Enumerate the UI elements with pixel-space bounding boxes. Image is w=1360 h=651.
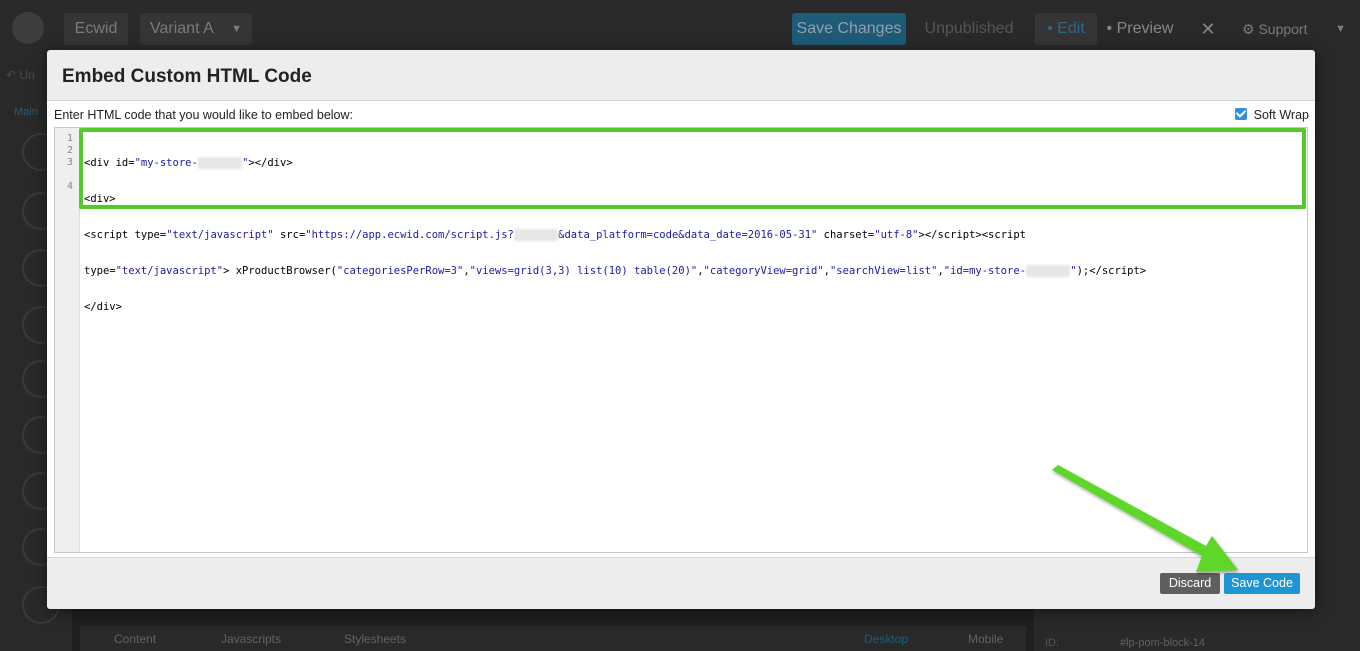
divider <box>47 557 1315 558</box>
discard-button[interactable]: Discard <box>1160 573 1220 594</box>
soft-wrap-label: Soft Wrap <box>1253 108 1309 122</box>
line-number-gutter: 1 2 3 4 <box>55 128 80 552</box>
code-editor[interactable]: 1 2 3 4 <div id="my-store-0000000"></div… <box>54 127 1308 553</box>
modal-title: Embed Custom HTML Code <box>62 66 312 87</box>
modal-body: Enter HTML code that you would like to e… <box>47 101 1315 557</box>
line-number: 2 <box>66 145 73 156</box>
code-line: </div> <box>84 301 122 313</box>
checkbox-icon[interactable] <box>1234 108 1247 120</box>
soft-wrap-toggle[interactable]: Soft Wrap <box>1234 106 1309 124</box>
save-code-button[interactable]: Save Code <box>1224 573 1300 594</box>
instruction-text: Enter HTML code that you would like to e… <box>54 108 353 122</box>
embed-html-modal: Embed Custom HTML Code Enter HTML code t… <box>47 50 1315 609</box>
code-line: type="text/javascript"> xProductBrowser(… <box>84 265 1147 277</box>
line-number: 3 <box>66 157 73 168</box>
highlight-annotation-box <box>79 128 1306 209</box>
line-number: 4 <box>66 181 73 192</box>
line-number: 1 <box>66 133 73 144</box>
code-line: <script type="text/javascript" src="http… <box>84 229 1026 241</box>
